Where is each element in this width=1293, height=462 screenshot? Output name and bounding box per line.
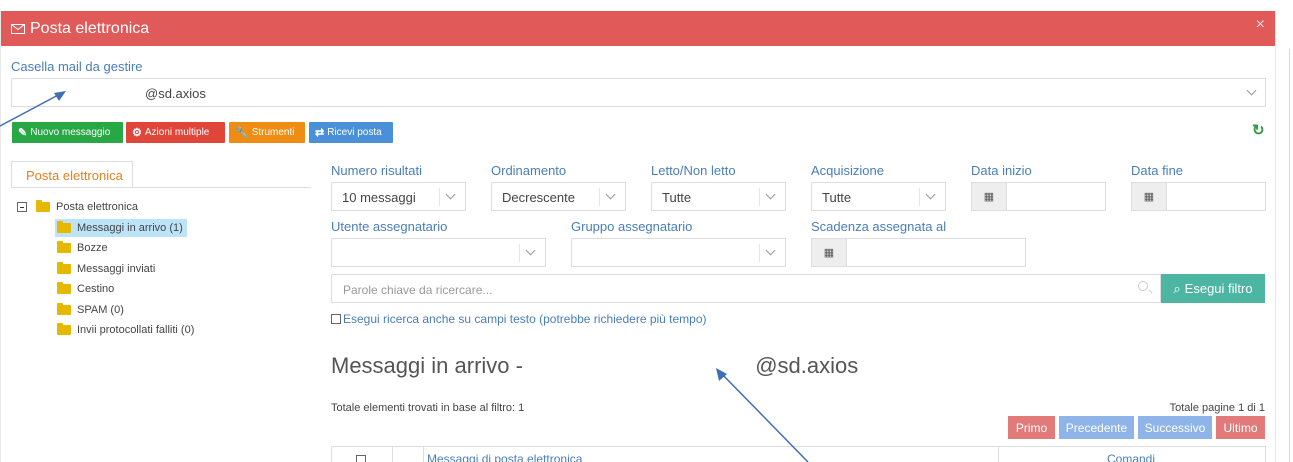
fulltext-checkbox[interactable]	[331, 314, 341, 324]
mailbox-label: Casella mail da gestire	[11, 59, 143, 74]
chevron-down-icon	[765, 245, 776, 256]
chevron-down-icon	[1246, 85, 1257, 96]
modal-header: Posta elettronica ×	[1, 11, 1275, 46]
envelope-icon	[11, 23, 25, 34]
first-page-button[interactable]: Primo	[1008, 416, 1055, 439]
calendar-icon[interactable]: ▦	[812, 239, 847, 266]
num-results-label: Numero risultati	[331, 163, 423, 178]
multiple-actions-button[interactable]: ⚙ Azioni multiple	[126, 122, 225, 143]
acquisition-label: Acquisizione	[811, 163, 884, 178]
refresh-icon[interactable]: ↻	[1252, 121, 1265, 139]
assignee-group-select[interactable]	[571, 238, 786, 267]
start-date-input[interactable]: ▦	[971, 182, 1106, 211]
modal-title: Posta elettronica	[30, 19, 150, 37]
receive-mail-button[interactable]: ⇄ Ricevi posta	[309, 122, 393, 143]
results-title: Messaggi in arrivo - @sd.axios	[331, 353, 859, 378]
ordering-label: Ordinamento	[491, 163, 567, 178]
tree-root[interactable]: Posta elettronica	[17, 198, 138, 216]
folder-icon	[57, 303, 71, 315]
collapse-icon[interactable]	[17, 202, 27, 212]
folder-icon	[57, 262, 71, 274]
folder-icon	[57, 221, 71, 233]
assignee-group-label: Gruppo assegnatario	[571, 219, 693, 234]
chevron-down-icon	[445, 189, 456, 200]
close-icon[interactable]: ×	[1256, 16, 1265, 34]
chevron-down-icon	[765, 189, 776, 200]
assignee-user-select[interactable]	[331, 238, 546, 267]
ordering-select[interactable]: Decrescente	[491, 182, 626, 211]
new-message-button[interactable]: ✎ Nuovo messaggio	[12, 122, 123, 143]
mailbox-select[interactable]: @sd.axios	[11, 78, 1266, 107]
wrench-icon: 🔧	[235, 127, 249, 139]
deadline-input[interactable]: ▦	[811, 238, 1026, 267]
chevron-down-icon	[525, 245, 536, 256]
exchange-icon: ⇄	[315, 127, 325, 139]
read-label: Letto/Non letto	[651, 163, 736, 178]
keyword-search-input[interactable]: Parole chiave da ricercare...	[331, 274, 1161, 303]
chevron-down-icon	[605, 189, 616, 200]
acquisition-select[interactable]: Tutte	[811, 182, 946, 211]
run-filter-button[interactable]: ⌕ Esegui filtro	[1161, 274, 1265, 303]
prev-page-button[interactable]: Precedente	[1059, 416, 1134, 439]
num-results-select[interactable]: 10 messaggi	[331, 182, 466, 211]
sidebar-item-inbox[interactable]: Messaggi in arrivo (1)	[55, 219, 187, 237]
total-pages: Totale pagine 1 di 1	[1169, 402, 1265, 414]
search-icon: ⌕	[1173, 280, 1181, 296]
search-icon	[1138, 281, 1148, 291]
end-date-input[interactable]: ▦	[1131, 182, 1266, 211]
assignee-user-label: Utente assegnatario	[331, 219, 448, 234]
sidebar-item-failed[interactable]: Invii protocollati falliti (0)	[57, 321, 194, 339]
select-all-checkbox[interactable]	[356, 455, 366, 462]
fulltext-checkbox-row[interactable]: Esegui ricerca anche su campi testo (pot…	[331, 312, 707, 326]
folder-icon	[57, 282, 71, 294]
messages-table-header: Messaggi di posta elettronica Comandi	[331, 446, 1266, 462]
gears-icon: ⚙	[132, 127, 142, 139]
tab-posta-elettronica[interactable]: Posta elettronica	[11, 161, 133, 188]
search-placeholder: Parole chiave da ricercare...	[343, 283, 493, 297]
folder-icon	[36, 200, 50, 212]
column-commands: Comandi	[1107, 452, 1156, 462]
calendar-icon[interactable]: ▦	[972, 183, 1007, 210]
column-messages[interactable]: Messaggi di posta elettronica	[427, 452, 582, 462]
next-page-button[interactable]: Successivo	[1138, 416, 1212, 439]
sidebar-item-sent[interactable]: Messaggi inviati	[57, 260, 155, 278]
folder-icon	[57, 323, 71, 335]
end-date-label: Data fine	[1131, 163, 1184, 178]
edit-icon: ✎	[18, 127, 28, 139]
last-page-button[interactable]: Ultimo	[1216, 416, 1265, 439]
chevron-down-icon	[925, 189, 936, 200]
folder-icon	[57, 241, 71, 253]
start-date-label: Data inizio	[971, 163, 1032, 178]
scrollbar[interactable]	[1289, 49, 1290, 462]
mailbox-value: @sd.axios	[145, 86, 206, 101]
sidebar-item-drafts[interactable]: Bozze	[57, 239, 108, 257]
tools-button[interactable]: 🔧 Strumenti	[229, 122, 305, 143]
read-select[interactable]: Tutte	[651, 182, 786, 211]
total-found: Totale elementi trovati in base al filtr…	[331, 402, 525, 414]
calendar-icon[interactable]: ▦	[1132, 183, 1167, 210]
sidebar-item-trash[interactable]: Cestino	[57, 280, 114, 298]
sidebar-item-spam[interactable]: SPAM (0)	[57, 301, 124, 319]
tab-divider	[11, 187, 311, 188]
deadline-label: Scadenza assegnata al	[811, 219, 947, 234]
